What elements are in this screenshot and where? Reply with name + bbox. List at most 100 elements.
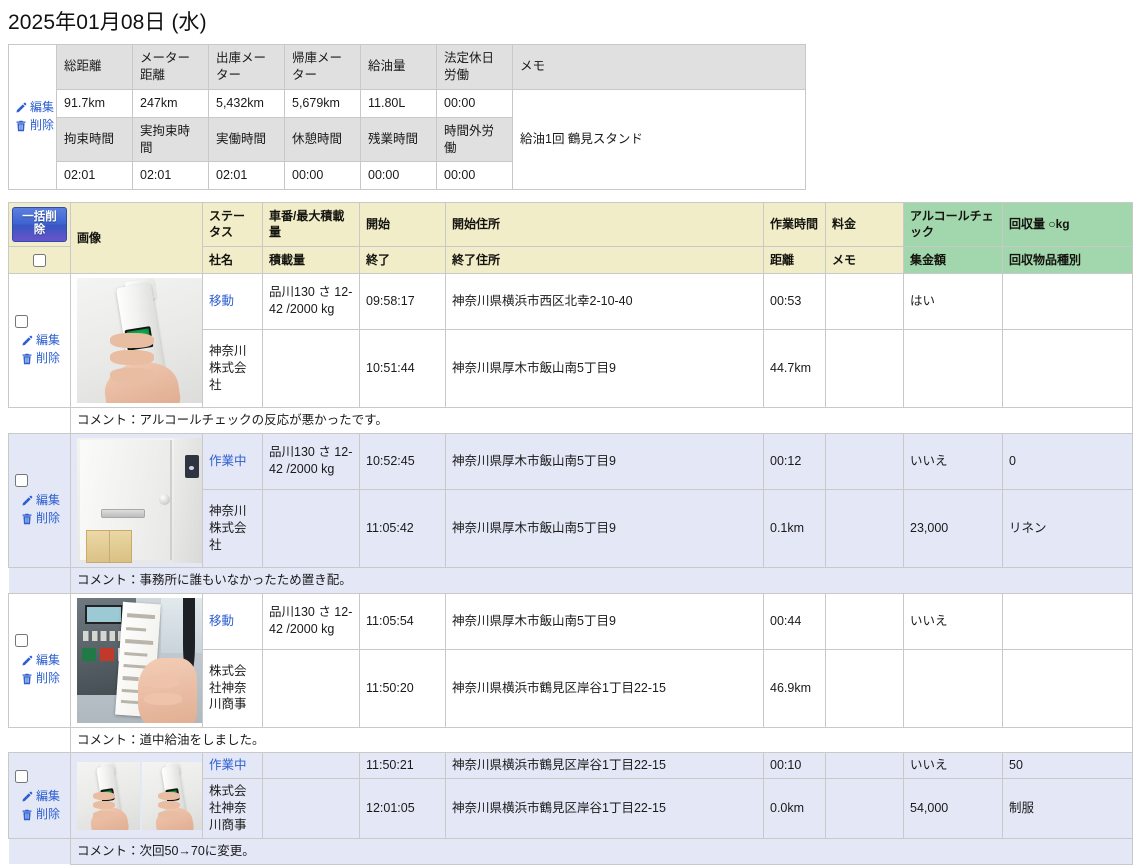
records-header-start: 開始 [360,203,446,246]
record-distance: 0.0km [764,779,826,839]
summary-value-extra-work: 00:00 [437,162,513,190]
record-status-link[interactable]: 作業中 [209,454,247,468]
record-car-number: 品川130 さ 12-42 /2000 kg [263,593,360,649]
record-recovery-qty: 0 [1003,433,1133,489]
record-status[interactable]: 移動 [203,593,263,649]
record-end-time: 11:50:20 [360,649,446,727]
record-status-link[interactable]: 作業中 [209,758,247,772]
records-header-fee: 料金 [826,203,904,246]
records-header-end: 終了 [360,246,446,273]
summary-value-bound-time: 02:01 [57,162,133,190]
record-comment: コメント：アルコールチェックの反応が悪かったです。 [71,407,1133,433]
summary-value-legal-holiday-work: 00:00 [437,89,513,117]
summary-header-total-distance: 総距離 [57,45,133,90]
record-comment-row: コメント：道中給油をしました。 [9,727,1133,753]
summary-value-row-1: 91.7km 247km 5,432km 5,679km 11.80L 00:0… [9,89,806,117]
record-start-time: 09:58:17 [360,273,446,329]
record-start-address: 神奈川県横浜市西区北幸2-10-40 [446,273,764,329]
edit-record-link[interactable]: 編集 [15,332,64,350]
bulk-delete-cell: 一括削除 [9,203,71,246]
select-all-cell [9,246,71,273]
record-memo [826,489,904,567]
record-company: 神奈川株式会社 [203,489,263,567]
delete-record-link[interactable]: 削除 [15,350,64,368]
record-thumbnail-delivery-door[interactable] [77,438,203,563]
record-work-time: 00:10 [764,753,826,779]
summary-header-memo: メモ [513,45,806,90]
page-title: 2025年01月08日 (水) [8,8,1140,38]
record-select-wrap [15,312,64,329]
edit-record-label: 編集 [36,789,60,803]
record-status[interactable]: 作業中 [203,753,263,779]
record-thumbnail-alcohol-checker[interactable] [77,762,140,830]
record-fee [826,433,904,489]
record-thumbnails [77,438,196,563]
delete-record-label: 削除 [36,511,60,525]
record-comment-text: コメント：道中給油をしました。 [77,733,265,747]
table-row: 編集 削除 移動 品川130 さ 12-42 /2000 kg 09:58:17… [9,273,1133,329]
delete-record-label: 削除 [36,671,60,685]
delete-record-link[interactable]: 削除 [15,510,64,528]
summary-actions-cell: 編集 削除 [9,45,57,190]
edit-record-link[interactable]: 編集 [15,788,64,806]
record-image-cell [71,753,203,839]
record-comment: コメント：道中給油をしました。 [71,727,1133,753]
delete-record-link[interactable]: 削除 [15,806,64,824]
record-thumbnail-fuel-receipt[interactable] [77,598,203,723]
record-status-link[interactable]: 移動 [209,294,234,308]
record-end-address: 神奈川県厚木市飯山南5丁目9 [446,329,764,407]
trash-icon [21,807,34,824]
record-distance: 46.9km [764,649,826,727]
record-comment-text: コメント：アルコールチェックの反応が悪かったです。 [77,413,388,427]
edit-record-link[interactable]: 編集 [15,652,64,670]
records-section: 一括削除 画像 ステータス 車番/最大積載量 開始 開始住所 作業時間 料金 ア… [8,202,1140,865]
record-status[interactable]: 作業中 [203,433,263,489]
record-collect-amount: 23,000 [904,489,1003,567]
summary-header-bound-time: 拘束時間 [57,117,133,162]
record-actions-cell: 編集 削除 [9,273,71,407]
record-end-time: 12:01:05 [360,779,446,839]
record-image-cell [71,433,203,567]
record-memo [826,649,904,727]
records-header-recovery-type: 回収物品種別 [1003,246,1133,273]
record-thumbnail-alcohol-checker[interactable] [77,278,203,403]
delete-record-link[interactable]: 削除 [15,670,64,688]
record-select-checkbox[interactable] [15,474,28,487]
summary-header-fuel: 給油量 [361,45,437,90]
record-select-checkbox[interactable] [15,315,28,328]
record-status[interactable]: 移動 [203,273,263,329]
record-comment-row: コメント：事務所に誰もいなかったため置き配。 [9,567,1133,593]
summary-header-extra-work: 時間外労働 [437,117,513,162]
pencil-icon [15,100,28,117]
record-select-checkbox[interactable] [15,634,28,647]
record-comment-row: コメント：次回50→70に変更。 [9,838,1133,864]
bulk-delete-button[interactable]: 一括削除 [12,207,67,241]
summary-value-depart-meter: 5,432km [209,89,285,117]
records-header-company: 社名 [203,246,263,273]
record-thumbnails [77,598,196,723]
select-all-checkbox[interactable] [33,254,46,267]
record-end-address: 神奈川県横浜市鶴見区岸谷1丁目22-15 [446,779,764,839]
record-alcohol-check: いいえ [904,593,1003,649]
record-end-time: 10:51:44 [360,329,446,407]
record-select-checkbox[interactable] [15,770,28,783]
summary-header-depart-meter: 出庫メーター [209,45,285,90]
edit-record-label: 編集 [36,493,60,507]
records-body: 編集 削除 移動 品川130 さ 12-42 /2000 kg 09:58:17… [9,273,1133,864]
record-status-link[interactable]: 移動 [209,614,234,628]
summary-value-break-time: 00:00 [285,162,361,190]
pencil-icon [21,333,34,350]
edit-record-link[interactable]: 編集 [15,492,64,510]
edit-summary-link[interactable]: 編集 [15,99,52,117]
summary-value-actual-bound-time: 02:01 [133,162,209,190]
record-thumbnail-alcohol-checker[interactable] [142,762,203,830]
record-distance: 0.1km [764,489,826,567]
records-header-load: 積載量 [263,246,360,273]
record-start-address: 神奈川県厚木市飯山南5丁目9 [446,433,764,489]
record-recovery-qty: 50 [1003,753,1133,779]
summary-value-meter-distance: 247km [133,89,209,117]
trash-icon [21,671,34,688]
summary-value-return-meter: 5,679km [285,89,361,117]
records-header-row-1: 一括削除 画像 ステータス 車番/最大積載量 開始 開始住所 作業時間 料金 ア… [9,203,1133,246]
delete-summary-link[interactable]: 削除 [15,117,52,135]
